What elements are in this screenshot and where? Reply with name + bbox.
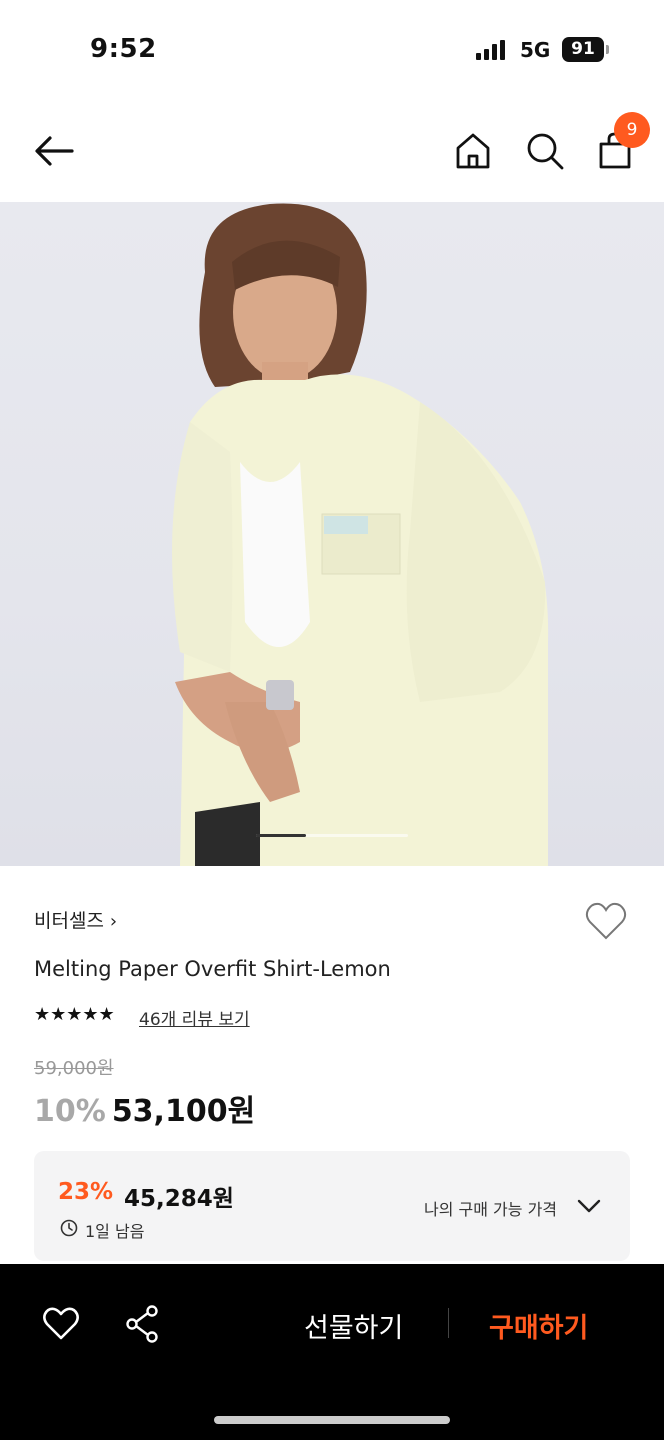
status-bar: 9:52 5G 91 <box>0 0 664 100</box>
carousel-indicator <box>256 834 306 837</box>
status-time: 9:52 <box>90 34 157 64</box>
buy-button[interactable]: 구매하기 <box>489 1306 588 1345</box>
home-icon[interactable] <box>450 128 496 174</box>
back-arrow-icon[interactable] <box>30 130 78 172</box>
home-indicator <box>214 1416 450 1424</box>
product-image[interactable] <box>0 202 664 866</box>
chevron-down-icon[interactable] <box>576 1197 602 1215</box>
search-icon[interactable] <box>522 128 568 174</box>
battery-icon: 91 <box>562 37 604 62</box>
battery-nub <box>606 45 609 54</box>
discount-percent: 10% <box>34 1094 106 1129</box>
wishlist-heart-icon[interactable] <box>42 1306 80 1342</box>
my-price-label: 나의 구매 가능 가격 <box>424 1200 558 1219</box>
clock-icon <box>60 1219 78 1237</box>
chevron-right-icon: › <box>109 911 118 932</box>
product-name: Melting Paper Overfit Shirt-Lemon <box>34 957 391 981</box>
review-link[interactable]: 46개 리뷰 보기 <box>139 1005 250 1030</box>
cart-count-badge: 9 <box>614 112 650 148</box>
divider <box>448 1308 449 1338</box>
my-price-box[interactable]: 23% 45,284원 1일 남음 나의 구매 가능 가격 <box>34 1151 630 1261</box>
signal-icon <box>476 40 505 60</box>
original-price: 59,000원 <box>34 1058 114 1079</box>
heart-icon[interactable] <box>584 900 628 942</box>
share-icon[interactable] <box>124 1304 160 1344</box>
my-discount-percent: 23% <box>58 1179 114 1205</box>
gift-button[interactable]: 선물하기 <box>304 1306 403 1345</box>
time-remaining: 1일 남음 <box>85 1222 145 1241</box>
network-type: 5G <box>520 38 551 62</box>
bottom-action-bar: 선물하기 구매하기 <box>0 1264 664 1440</box>
brand-name: 비터셀즈 <box>34 910 104 932</box>
discount-price: 53,100원 <box>111 1094 256 1129</box>
my-price: 45,284원 <box>124 1186 234 1212</box>
star-rating-icon: ★★★★★ <box>34 1004 115 1025</box>
brand-link[interactable]: 비터셀즈 › <box>34 906 117 933</box>
discount-row: 10% 53,100원 <box>34 1086 255 1130</box>
product-photo <box>172 203 549 866</box>
top-nav: 9 <box>0 100 664 202</box>
